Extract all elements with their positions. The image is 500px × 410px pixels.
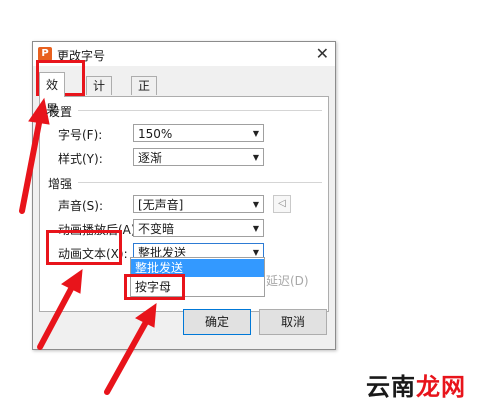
style-value: 逐渐 (138, 151, 163, 165)
after-animation-value: 不变暗 (138, 222, 175, 236)
chevron-down-icon: ▼ (252, 153, 259, 162)
enhance-section-title: 增强 (48, 177, 73, 191)
wps-app-icon: P (38, 47, 52, 61)
site-watermark: 云南龙网 (366, 367, 466, 402)
tab-text-animation[interactable]: 正文文本动画 (131, 76, 158, 183)
font-size-select[interactable]: 150% ▼ (133, 124, 264, 142)
ok-button[interactable]: 确定 (183, 309, 251, 335)
highlight-box-by-letter-option (124, 274, 185, 300)
sound-value: [无声音] (138, 198, 184, 212)
after-animation-select[interactable]: 不变暗 ▼ (133, 219, 264, 237)
watermark-text-black: 云南 (366, 373, 416, 401)
chevron-down-icon: ▼ (252, 200, 259, 209)
font-size-label: 字号(F): (58, 128, 103, 142)
enhance-divider (78, 182, 322, 183)
speaker-icon[interactable]: ◁ (273, 195, 291, 213)
delay-label-partial: 延迟(D) (266, 274, 309, 288)
tab-timing[interactable]: 计时 (86, 76, 113, 111)
settings-divider (78, 110, 322, 111)
chevron-down-icon: ▼ (252, 224, 259, 233)
sound-select[interactable]: [无声音] ▼ (133, 195, 264, 213)
font-size-value: 150% (138, 127, 173, 141)
watermark-text-red: 龙网 (416, 373, 466, 401)
close-icon[interactable]: ✕ (316, 44, 329, 63)
sound-label: 声音(S): (58, 199, 104, 213)
style-select[interactable]: 逐渐 ▼ (133, 148, 264, 166)
highlight-box-animate-text-label (46, 230, 122, 265)
tab-effect[interactable]: 效果 (39, 72, 66, 116)
cancel-button[interactable]: 取消 (259, 309, 327, 335)
chevron-down-icon: ▼ (252, 129, 259, 138)
style-label: 样式(Y): (58, 152, 103, 166)
